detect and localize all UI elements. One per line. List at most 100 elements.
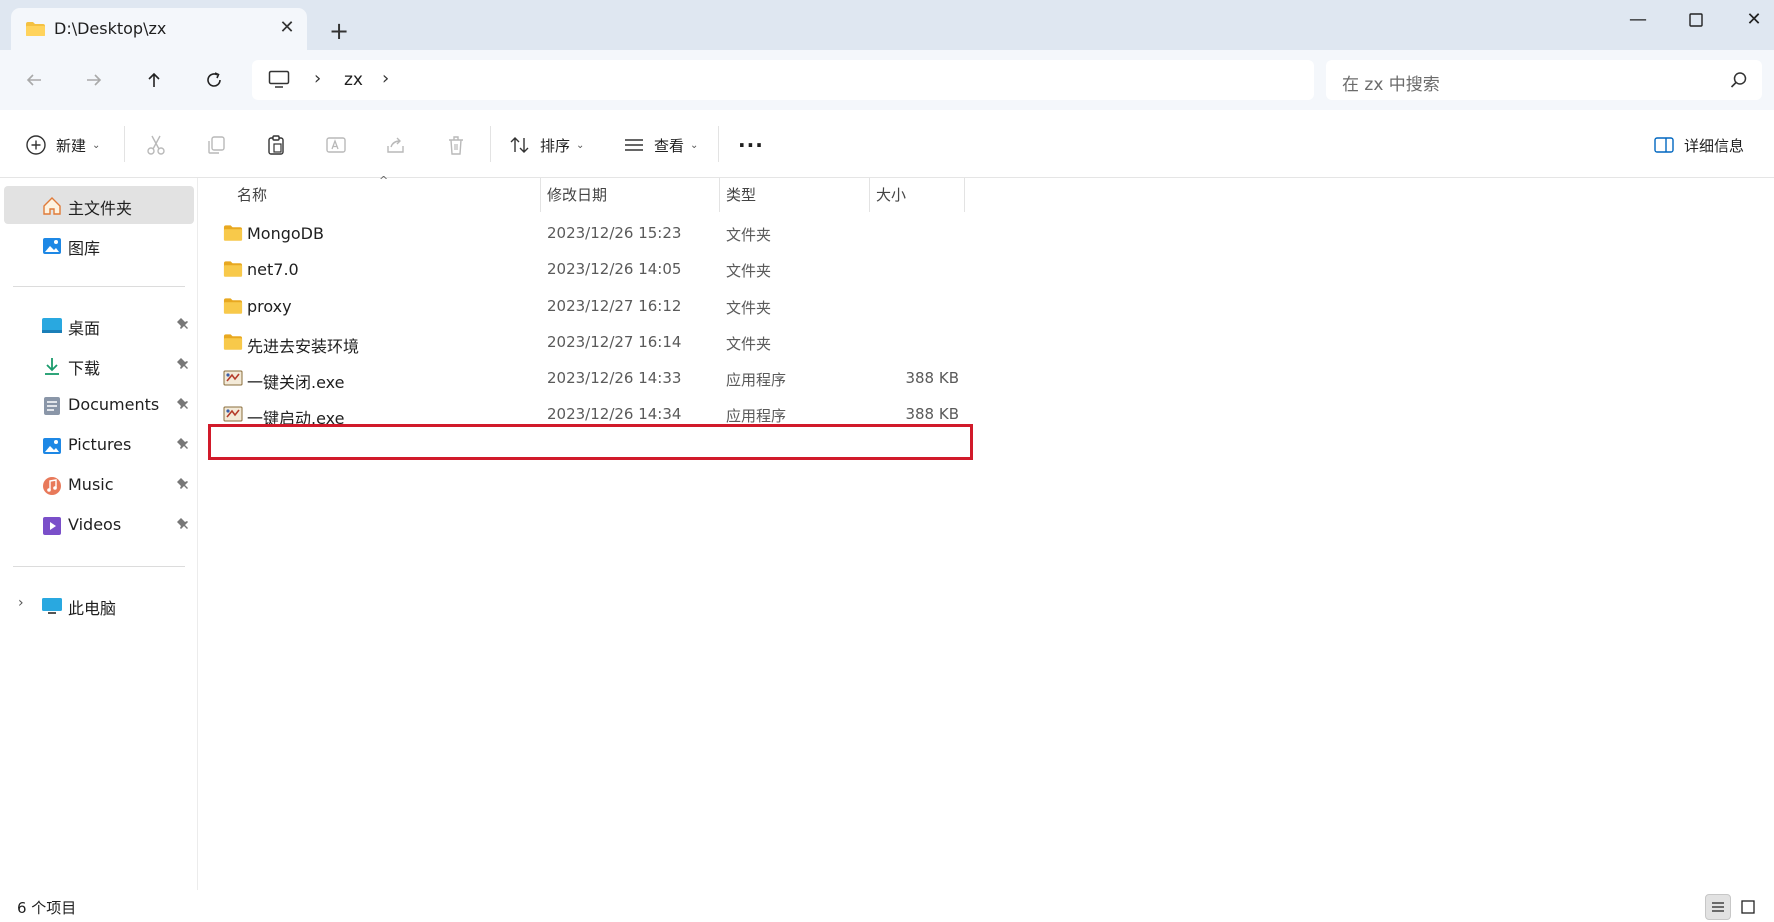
application-icon [223,406,243,422]
delete-button[interactable] [444,130,468,160]
file-name: 先进去安装环境 [247,337,360,356]
breadcrumb-separator[interactable]: › [382,68,389,89]
column-header-size[interactable]: 大小 [876,178,906,212]
breadcrumb-item-zx[interactable]: zx [344,70,363,90]
command-bar: 新建 ⌄ 排序 ⌄ 查看 ⌄ ··· 详细信息 [0,110,1774,178]
details-view-button[interactable] [1705,894,1731,920]
table-row[interactable]: net7.0 2023/12/26 14:05 文件夹 [199,250,979,290]
column-divider[interactable] [964,178,965,212]
column-divider[interactable] [540,178,541,212]
up-button[interactable] [136,64,172,96]
sidebar-item-music[interactable]: Music [4,466,194,504]
details-pane-icon [1652,133,1676,157]
more-options-button[interactable]: ··· [738,130,764,160]
search-icon[interactable] [1730,71,1748,89]
tiles-view-icon [1741,900,1755,914]
details-pane-button[interactable]: 详细信息 [1652,130,1744,160]
rename-button[interactable] [324,130,348,160]
table-row[interactable]: proxy 2023/12/27 16:12 文件夹 [199,287,979,327]
folder-icon [223,261,243,277]
new-tab-button[interactable]: + [326,18,352,44]
folder-icon [223,298,243,314]
file-size: 388 KB [905,369,959,387]
share-icon [384,133,408,157]
file-type: 文件夹 [726,226,772,244]
pin-icon[interactable] [176,397,190,411]
table-row[interactable]: 先进去安装环境 2023/12/27 16:14 文件夹 [199,323,979,363]
tab-current-folder[interactable]: D:\Desktop\zx ✕ [11,8,307,50]
pin-icon[interactable] [176,517,190,531]
sidebar-item-label: 下载 [68,359,101,378]
gallery-icon [42,236,62,256]
sidebar-divider [13,286,185,287]
chevron-down-icon: ⌄ [92,139,101,151]
videos-icon [42,516,62,536]
chevron-right-icon[interactable]: › [18,595,24,611]
search-box[interactable]: 在 zx 中搜索 [1326,60,1762,100]
column-divider[interactable] [719,178,720,212]
forward-button[interactable] [76,64,112,96]
paste-button[interactable] [264,130,288,160]
close-tab-icon[interactable]: ✕ [277,18,297,38]
pictures-icon [42,436,62,456]
search-input[interactable]: 在 zx 中搜索 [1342,70,1440,95]
pin-icon[interactable] [176,317,190,331]
download-icon [42,356,62,376]
sort-ascending-icon: ^ [379,174,389,187]
breadcrumb-separator[interactable]: › [314,68,321,89]
pin-icon[interactable] [176,437,190,451]
back-button[interactable] [16,64,52,96]
maximize-button[interactable] [1676,6,1716,34]
column-header-modified[interactable]: 修改日期 [547,178,607,212]
trash-icon [444,133,468,157]
sidebar-item-download[interactable]: 下载 [4,346,194,384]
list-view-icon [622,133,646,157]
sort-icon [508,133,532,157]
back-arrow-icon [26,74,41,86]
column-divider[interactable] [869,178,870,212]
pin-icon[interactable] [176,477,190,491]
computer-icon [42,596,62,616]
column-header-type[interactable]: 类型 [726,178,756,212]
close-window-button[interactable]: ✕ [1734,6,1774,34]
sidebar-item-label: 主文件夹 [68,199,133,218]
details-label: 详细信息 [1684,136,1745,155]
item-count: 6 个项目 [17,899,77,917]
table-row[interactable]: 一键关闭.exe 2023/12/26 14:33 应用程序 388 KB [199,359,979,399]
view-button[interactable]: 查看 ⌄ [622,130,698,160]
sidebar-item-desktop[interactable]: 桌面 [4,306,194,344]
folder-icon [223,334,243,350]
tiles-view-button[interactable] [1735,894,1761,920]
file-size: 388 KB [905,405,959,423]
sort-button[interactable]: 排序 ⌄ [508,130,584,160]
refresh-button[interactable] [196,64,232,96]
copy-button[interactable] [204,130,228,160]
file-name: MongoDB [247,224,324,243]
toolbar-divider [490,126,491,162]
minimize-button[interactable]: — [1618,6,1658,34]
file-name: net7.0 [247,260,299,279]
table-row[interactable]: MongoDB 2023/12/26 15:23 文件夹 [199,214,979,254]
annotation-highlight-box [208,424,973,460]
application-icon [223,370,243,386]
pin-icon[interactable] [176,357,190,371]
sidebar-item-this-pc[interactable]: › 此电脑 [4,586,194,624]
sidebar-item-videos[interactable]: Videos [4,506,194,544]
column-header-name[interactable]: 名称 [237,178,267,212]
cut-button[interactable] [144,130,168,160]
sidebar-item-pictures[interactable]: Pictures [4,426,194,464]
new-button[interactable]: 新建 ⌄ [24,130,100,160]
status-bar: 6 个项目 [0,890,1774,922]
sidebar-item-home[interactable]: 主文件夹 [4,186,194,224]
folder-icon [26,22,45,36]
sidebar-item-gallery[interactable]: 图库 [4,226,194,264]
cut-icon [144,133,168,157]
file-modified: 2023/12/26 14:05 [547,260,682,278]
sidebar-item-documents[interactable]: Documents [4,386,194,424]
address-field[interactable]: › zx › [252,60,1314,100]
home-icon [42,196,62,216]
file-name: 一键关闭.exe [247,373,345,392]
share-button[interactable] [384,130,408,160]
toolbar-divider [124,126,125,162]
sidebar-item-label: Pictures [68,435,132,454]
